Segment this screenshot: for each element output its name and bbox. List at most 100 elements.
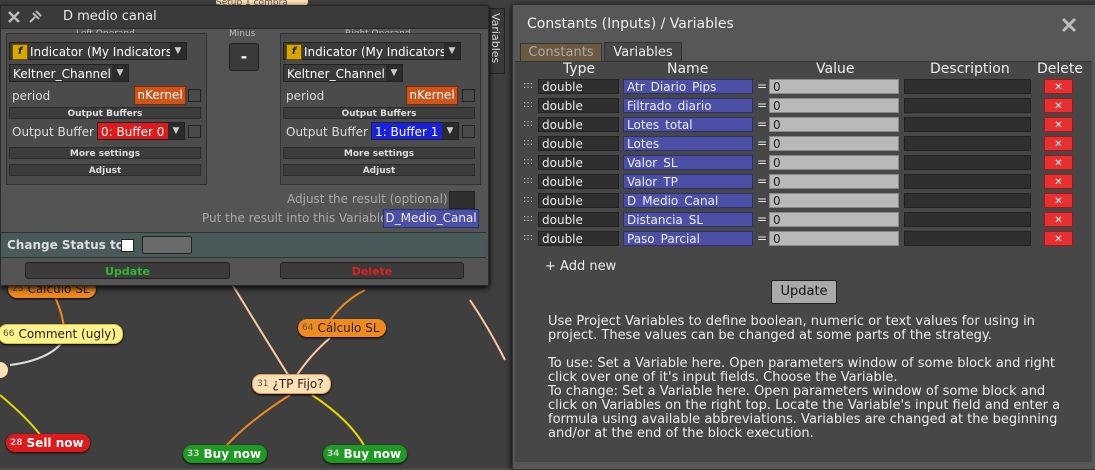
dialog-titlebar[interactable]: D medio canal [1,6,488,29]
right-param-field[interactable]: nKernel [406,86,458,105]
variable-type-field[interactable]: double [538,174,619,189]
operator-button[interactable]: - [229,43,259,71]
right-output-buffer-select[interactable]: 1: Buffer 1 ▼ [371,122,459,140]
close-icon: ✕ [1054,196,1063,207]
delete-row-button[interactable]: ✕ [1044,136,1073,151]
right-param-checkbox[interactable] [462,89,475,102]
variable-value-field[interactable]: 0 [769,98,899,113]
put-result-field[interactable]: D_Medio_Canal [383,209,479,228]
drag-handle-icon[interactable]: ::: [523,80,533,91]
variable-value-field[interactable]: 0 [769,212,899,227]
variable-description-field[interactable] [904,174,1031,189]
variable-name-field[interactable]: Filtrado_diario [623,98,753,113]
variable-type-field[interactable]: double [538,155,619,170]
drag-handle-icon[interactable]: ::: [523,232,533,243]
variables-side-tab[interactable]: Variables [487,8,505,74]
drag-handle-icon[interactable]: ::: [523,137,533,148]
variable-description-field[interactable] [904,117,1031,132]
variable-description-field[interactable] [904,231,1031,246]
drag-handle-icon[interactable]: ::: [523,99,533,110]
delete-row-button[interactable]: ✕ [1044,155,1073,170]
delete-row-button[interactable]: ✕ [1044,212,1073,227]
delete-row-button[interactable]: ✕ [1044,98,1073,113]
right-more-settings-button[interactable]: More settings [283,147,475,159]
delete-row-button[interactable]: ✕ [1044,174,1073,189]
variable-value-field[interactable]: 0 [769,117,899,132]
left-adjust-button[interactable]: Adjust [9,164,201,176]
variable-name-field[interactable]: Lotes [623,136,753,151]
left-indicator-value: Keltner_Channel [13,67,111,81]
tab-constants[interactable]: Constants [520,43,602,62]
variable-type-field[interactable]: double [538,193,619,208]
change-status-checkbox[interactable] [121,239,134,252]
left-indicator-select[interactable]: Keltner_Channel ▼ [9,64,129,82]
right-adjust-button[interactable]: Adjust [283,164,475,176]
tab-variables[interactable]: Variables [604,42,682,62]
drag-handle-icon[interactable]: ::: [523,118,533,129]
variable-value-field[interactable]: 0 [769,174,899,189]
variable-type-field[interactable]: double [538,212,619,227]
pin-icon[interactable] [27,9,43,25]
delete-row-button[interactable]: ✕ [1044,79,1073,94]
delete-row-button[interactable]: ✕ [1044,193,1073,208]
node-tp-fijo-31[interactable]: 31 ¿TP Fijo? [252,374,331,394]
variable-value-field[interactable]: 0 [769,79,899,94]
variable-name-field[interactable]: D_Medio_Canal [623,193,753,208]
adjust-result-field[interactable] [449,191,475,209]
variable-description-field[interactable] [904,212,1031,227]
left-more-settings-button[interactable]: More settings [9,147,201,159]
delete-row-button[interactable]: ✕ [1044,117,1073,132]
variable-description-field[interactable] [904,193,1031,208]
variable-value-field[interactable]: 0 [769,155,899,170]
close-icon[interactable] [7,10,21,24]
variable-value-field[interactable]: 0 [769,193,899,208]
variable-description-field[interactable] [904,136,1031,151]
variable-value-field[interactable]: 0 [769,231,899,246]
variables-panel: Constants (Inputs) / Variables Constants… [512,4,1095,470]
variable-name-field[interactable]: Atr_Diario_Pips [623,79,753,94]
variable-description-field[interactable] [904,155,1031,170]
node-buy-now-34[interactable]: 34 Buy now [323,445,408,463]
variable-name-field[interactable]: Paso_Parcial [623,231,753,246]
delete-row-button[interactable]: ✕ [1044,231,1073,246]
node-comment-66[interactable]: 66 Comment (ugly) [0,324,124,344]
left-source-select[interactable]: f Indicator (My Indicators) ▼ [9,42,187,60]
add-new-button[interactable]: + Add new [545,259,616,274]
right-output-buffer-checkbox[interactable] [462,125,475,138]
variable-name-field[interactable]: Valor_SL [623,155,753,170]
drag-handle-icon[interactable]: ::: [523,194,533,205]
drag-handle-icon[interactable]: ::: [523,156,533,167]
delete-button[interactable]: Delete [280,262,464,279]
right-indicator-select[interactable]: Keltner_Channel ▼ [283,64,403,82]
variable-name-field[interactable]: Distancia_SL [623,212,753,227]
variable-name-field[interactable]: Valor_TP [623,174,753,189]
variable-type-field[interactable]: double [538,136,619,151]
left-output-buffer-select[interactable]: 0: Buffer 0 ▼ [97,122,185,140]
close-icon: ✕ [1054,177,1063,188]
update-button[interactable]: Update [25,262,230,279]
variable-type-field[interactable]: double [538,117,619,132]
variable-value-field[interactable]: 0 [769,136,899,151]
close-icon[interactable] [1061,17,1077,33]
minus-caption: Minus [229,29,256,39]
variable-type-field[interactable]: double [538,231,619,246]
panel-update-button[interactable]: Update [771,280,837,304]
right-output-buffers-bar: Output Buffers [283,107,475,119]
change-status-select[interactable] [142,236,192,254]
drag-handle-icon[interactable]: ::: [523,175,533,186]
left-param-checkbox[interactable] [188,89,201,102]
variable-description-field[interactable] [904,79,1031,94]
drag-handle-icon[interactable]: ::: [523,213,533,224]
node-calculo-sl-64[interactable]: 64 Cálculo SL [298,319,386,337]
variable-type-field[interactable]: double [538,98,619,113]
variable-description-field[interactable] [904,98,1031,113]
node-sell-now-28[interactable]: 28 Sell now [6,434,90,452]
variable-type-field[interactable]: double [538,79,619,94]
variable-name-field[interactable]: Lotes_total [623,117,753,132]
node-buy-now-33[interactable]: 33 Buy now [183,445,268,463]
right-source-select[interactable]: f Indicator (My Indicators) ▼ [283,42,461,60]
dialog-title: D medio canal [63,9,157,24]
left-param-field[interactable]: nKernel [134,86,186,105]
node-number: 31 [257,379,269,389]
left-output-buffer-checkbox[interactable] [188,125,201,138]
